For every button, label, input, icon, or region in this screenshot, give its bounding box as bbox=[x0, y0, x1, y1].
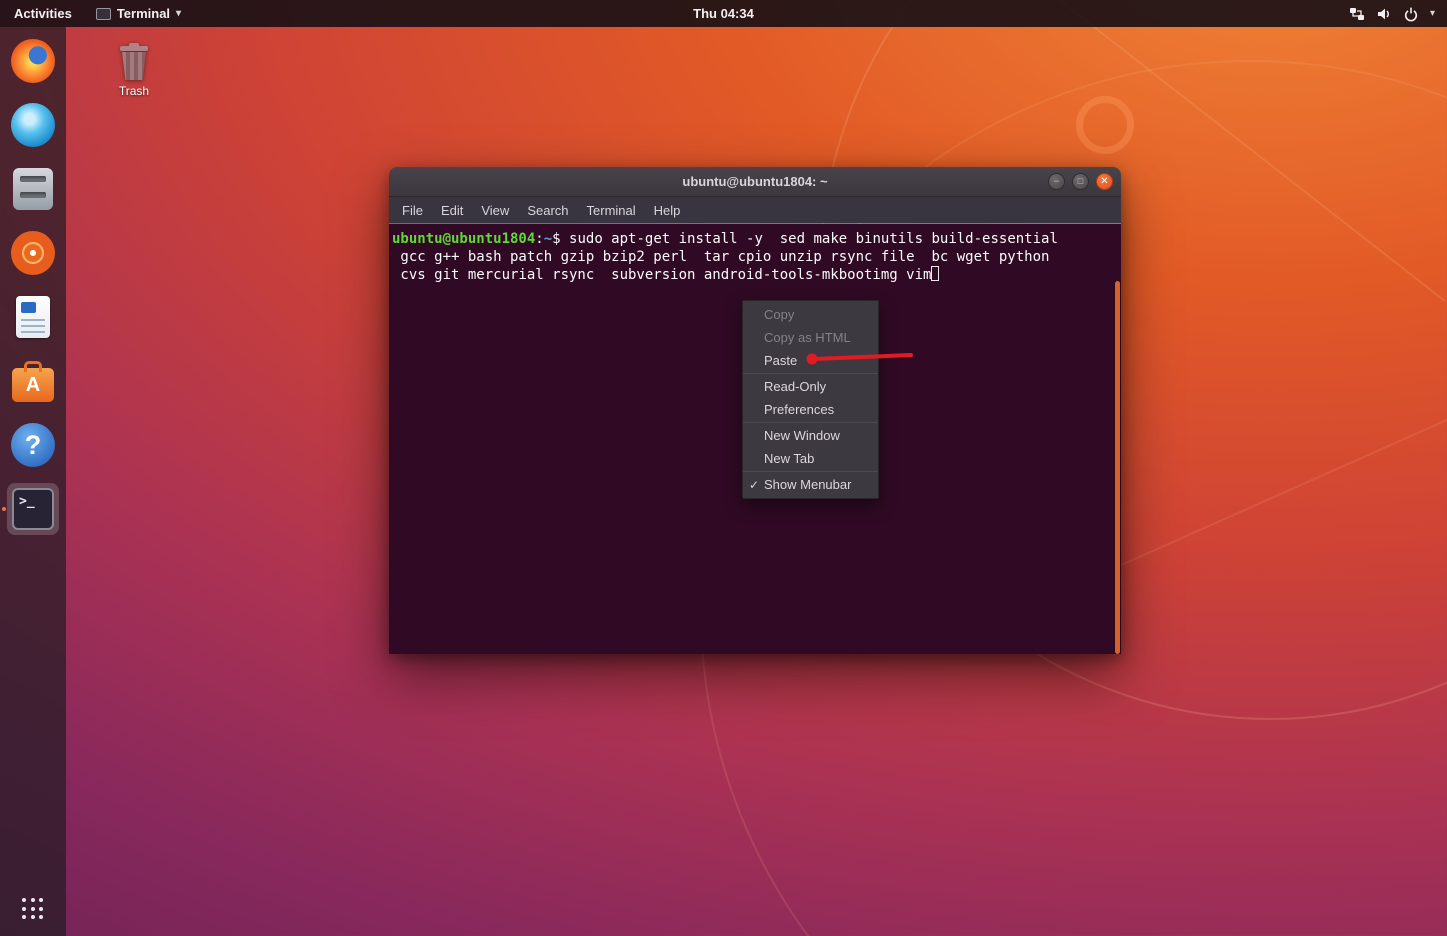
system-status-area[interactable]: ▾ bbox=[1343, 0, 1441, 27]
prompt-colon: : bbox=[535, 231, 543, 247]
context-menu-paste-label: Paste bbox=[764, 353, 797, 368]
window-controls: − □ ✕ bbox=[1048, 167, 1113, 196]
ubuntu-software-icon bbox=[12, 368, 54, 402]
command-text: cvs git mercurial rsync subversion andro… bbox=[392, 267, 931, 283]
context-menu-copy: Copy bbox=[743, 303, 878, 326]
libreoffice-writer-icon bbox=[16, 296, 50, 338]
dock-item-terminal[interactable] bbox=[7, 483, 59, 535]
dock-item-ubuntu-software[interactable] bbox=[7, 355, 59, 407]
prompt-dollar: $ bbox=[552, 231, 569, 247]
context-menu-separator bbox=[743, 422, 878, 423]
context-menu-read-only[interactable]: Read-Only bbox=[743, 375, 878, 398]
dock-item-thunderbird[interactable] bbox=[7, 99, 59, 151]
terminal-icon bbox=[12, 488, 54, 530]
window-titlebar[interactable]: ubuntu@ubuntu1804: ~ − □ ✕ bbox=[389, 167, 1121, 197]
context-menu-separator bbox=[743, 471, 878, 472]
chevron-down-icon: ▾ bbox=[1430, 8, 1435, 19]
network-icon bbox=[1349, 6, 1365, 22]
menu-terminal[interactable]: Terminal bbox=[578, 200, 645, 221]
terminal-line: ubuntu@ubuntu1804:~$ sudo apt-get instal… bbox=[392, 230, 1107, 248]
top-bar: Activities Terminal ▾ Thu 04:34 ▾ bbox=[0, 0, 1447, 27]
context-menu-new-tab-label: New Tab bbox=[764, 451, 814, 466]
checkmark-icon: ✓ bbox=[749, 478, 759, 492]
menu-file[interactable]: File bbox=[393, 200, 432, 221]
context-menu-new-window-label: New Window bbox=[764, 428, 840, 443]
files-icon bbox=[13, 168, 53, 210]
volume-icon bbox=[1376, 6, 1392, 22]
menu-edit[interactable]: Edit bbox=[432, 200, 472, 221]
context-menu-preferences-label: Preferences bbox=[764, 402, 834, 417]
terminal-line: gcc g++ bash patch gzip bzip2 perl tar c… bbox=[392, 248, 1107, 266]
terminal-context-menu: Copy Copy as HTML Paste Read-Only Prefer… bbox=[742, 300, 879, 499]
context-menu-copy-as-html-label: Copy as HTML bbox=[764, 330, 851, 345]
menu-help[interactable]: Help bbox=[645, 200, 690, 221]
dock bbox=[0, 27, 66, 936]
context-menu-show-menubar-label: Show Menubar bbox=[764, 477, 851, 492]
close-button[interactable]: ✕ bbox=[1096, 173, 1113, 190]
command-text: sudo apt-get install -y sed make binutil… bbox=[569, 231, 1058, 247]
dock-item-help[interactable] bbox=[7, 419, 59, 471]
trash-desktop-icon[interactable]: Trash bbox=[105, 42, 163, 98]
trash-icon bbox=[120, 42, 148, 80]
context-menu-new-tab[interactable]: New Tab bbox=[743, 447, 878, 470]
help-icon bbox=[11, 423, 55, 467]
rhythmbox-icon bbox=[11, 231, 55, 275]
minimize-button[interactable]: − bbox=[1048, 173, 1065, 190]
context-menu-preferences[interactable]: Preferences bbox=[743, 398, 878, 421]
menu-search[interactable]: Search bbox=[518, 200, 577, 221]
app-menu-button[interactable]: Terminal ▾ bbox=[86, 0, 191, 27]
window-title: ubuntu@ubuntu1804: ~ bbox=[682, 174, 827, 189]
context-menu-copy-as-html: Copy as HTML bbox=[743, 326, 878, 349]
show-applications-button[interactable] bbox=[22, 898, 44, 920]
context-menu-read-only-label: Read-Only bbox=[764, 379, 826, 394]
terminal-cursor bbox=[931, 266, 939, 281]
scrollbar-thumb[interactable] bbox=[1115, 281, 1120, 654]
context-menu-show-menubar[interactable]: ✓ Show Menubar bbox=[743, 473, 878, 496]
power-icon bbox=[1403, 6, 1419, 22]
thunderbird-icon bbox=[11, 103, 55, 147]
menu-view[interactable]: View bbox=[472, 200, 518, 221]
context-menu-separator bbox=[743, 373, 878, 374]
trash-label: Trash bbox=[119, 84, 149, 98]
command-text: gcc g++ bash patch gzip bzip2 perl tar c… bbox=[392, 249, 1049, 265]
dock-item-firefox[interactable] bbox=[7, 35, 59, 87]
prompt-user-host: ubuntu@ubuntu1804 bbox=[392, 231, 535, 247]
context-menu-copy-label: Copy bbox=[764, 307, 794, 322]
dock-item-libreoffice-writer[interactable] bbox=[7, 291, 59, 343]
terminal-app-icon bbox=[96, 8, 111, 20]
prompt-path: ~ bbox=[544, 231, 552, 247]
maximize-button[interactable]: □ bbox=[1072, 173, 1089, 190]
dock-item-files[interactable] bbox=[7, 163, 59, 215]
context-menu-new-window[interactable]: New Window bbox=[743, 424, 878, 447]
wallpaper-ring-decoration bbox=[1076, 96, 1134, 154]
terminal-scrollbar[interactable] bbox=[1114, 281, 1121, 654]
terminal-line: cvs git mercurial rsync subversion andro… bbox=[392, 266, 1107, 284]
dock-item-rhythmbox[interactable] bbox=[7, 227, 59, 279]
firefox-icon bbox=[11, 39, 55, 83]
app-menu-label: Terminal bbox=[117, 6, 170, 21]
clock[interactable]: Thu 04:34 bbox=[693, 6, 754, 21]
chevron-down-icon: ▾ bbox=[176, 8, 181, 19]
context-menu-paste[interactable]: Paste bbox=[743, 349, 878, 372]
activities-button[interactable]: Activities bbox=[0, 0, 86, 27]
terminal-menubar: File Edit View Search Terminal Help bbox=[389, 197, 1121, 223]
